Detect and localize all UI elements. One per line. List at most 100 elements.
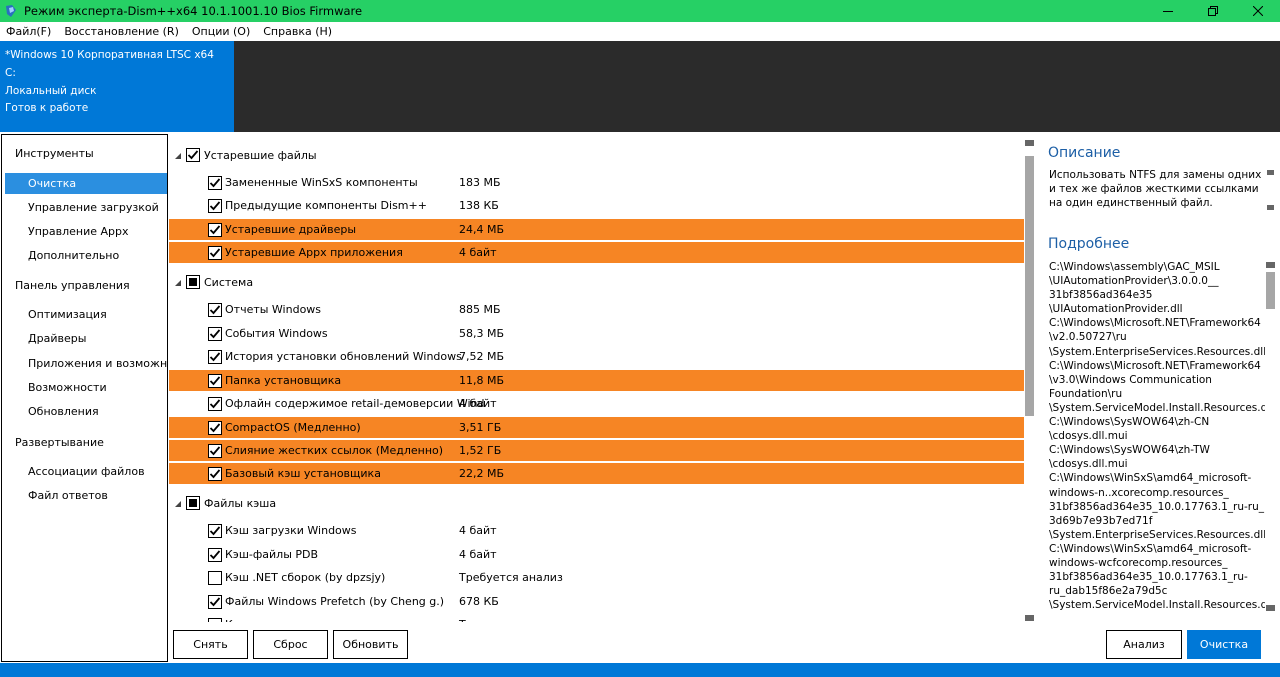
row-size: 885 МБ (459, 303, 501, 316)
group-system[interactable]: Система (169, 271, 1024, 293)
row-checkbox[interactable] (208, 467, 222, 481)
row-checkbox[interactable] (208, 421, 222, 435)
row-checkbox[interactable] (208, 374, 222, 388)
row-name: Кэш-файлы PDB (225, 548, 319, 561)
caret-down-icon[interactable] (173, 499, 182, 508)
clean-button[interactable]: Очистка (1187, 630, 1261, 659)
menu-options[interactable]: Опции (O) (186, 25, 257, 38)
app-icon (6, 5, 16, 17)
scroll-down-arrow-icon[interactable] (1025, 615, 1034, 621)
description-scrollbar[interactable] (1266, 170, 1275, 210)
group-obsolete-files[interactable]: Устаревшие файлы (169, 144, 1024, 166)
row-checkbox[interactable] (208, 350, 222, 364)
cleanup-row[interactable]: Предыдущие компоненты Dism++ 138 КБ (169, 195, 1024, 216)
uncheck-button[interactable]: Снять (173, 630, 248, 659)
cleanup-row[interactable]: История установки обновлений Windows 7,5… (169, 346, 1024, 367)
menu-file[interactable]: Файл(F) (0, 25, 58, 38)
menu-help[interactable]: Справка (H) (257, 25, 339, 38)
caret-down-icon[interactable] (173, 151, 182, 160)
path-line: windows-wcfcorecomp.resources_ (1049, 556, 1228, 569)
caret-down-icon[interactable] (173, 278, 182, 287)
image-info-panel[interactable]: *Windows 10 Корпоративная LTSC x64 C: Ло… (0, 41, 234, 132)
details-scrollbar-thumb[interactable] (1266, 272, 1275, 309)
checkmark-icon (209, 423, 221, 433)
path-line: \cdosys.dll.mui (1049, 458, 1128, 471)
maximize-button[interactable] (1193, 0, 1233, 22)
row-name: Устаревшие Appx приложения (225, 246, 403, 259)
scroll-up-arrow-icon[interactable] (1025, 140, 1034, 146)
scroll-down-arrow-icon[interactable] (1267, 205, 1274, 210)
row-size: 4 байт (459, 548, 497, 561)
row-checkbox[interactable] (208, 524, 222, 538)
row-checkbox[interactable] (208, 397, 222, 411)
cleanup-row[interactable]: Папка установщика 11,8 МБ (169, 370, 1024, 391)
path-line: \System.ServiceModel.Install.Resources.d… (1049, 599, 1271, 612)
cleanup-row[interactable]: Слияние жестких ссылок (Медленно) 1,52 Г… (169, 440, 1024, 461)
details-paths[interactable]: C:\Windows\assembly\GAC_MSIL \UIAutomati… (1049, 260, 1271, 612)
list-scrollbar-thumb[interactable] (1025, 156, 1034, 416)
close-button[interactable] (1238, 0, 1278, 22)
sidebar-item-boot-management[interactable]: Управление загрузкой (5, 197, 167, 218)
scroll-up-arrow-icon[interactable] (1267, 170, 1274, 175)
group-label: Система (204, 275, 254, 289)
sidebar-item-advanced[interactable]: Дополнительно (5, 245, 167, 266)
sidebar-item-appx-management[interactable]: Управление Appx (5, 221, 167, 242)
menu-restore[interactable]: Восстановление (R) (58, 25, 186, 38)
path-line: 31bf3856ad364e35_10.0.17763.1_ru-ru_ (1049, 500, 1265, 513)
description-header: Описание (1048, 145, 1121, 161)
cleanup-row[interactable]: Файлы Windows Prefetch (by Cheng g.) 678… (169, 591, 1024, 612)
row-checkbox[interactable] (208, 618, 222, 622)
cleanup-row[interactable]: Кэш загрузки Windows 4 байт (169, 520, 1024, 541)
image-list-area[interactable] (234, 41, 1280, 132)
sidebar-item-file-associations[interactable]: Ассоциации файлов (5, 461, 167, 482)
window-title: Режим эксперта-Dism++x64 10.1.1001.10 Bi… (24, 4, 363, 18)
row-checkbox[interactable] (208, 571, 222, 585)
row-checkbox[interactable] (208, 199, 222, 213)
details-scrollbar[interactable] (1265, 262, 1276, 612)
minimize-button[interactable] (1148, 0, 1188, 22)
group-cache-files[interactable]: Файлы кэша (169, 492, 1024, 514)
reset-button[interactable]: Сброс (253, 630, 328, 659)
cleanup-row[interactable]: Кэш .NET сборок (by dpzsjy) Требуется ан… (169, 567, 1024, 588)
checkmark-icon (209, 526, 221, 536)
cleanup-row[interactable]: Замененные WinSxS компоненты 183 МБ (169, 172, 1024, 193)
row-checkbox[interactable] (208, 595, 222, 609)
scroll-down-arrow-icon[interactable] (1266, 605, 1275, 611)
list-scrollbar[interactable] (1024, 140, 1035, 622)
row-checkbox[interactable] (208, 223, 222, 237)
cleanup-row[interactable]: События Windows 58,3 МБ (169, 323, 1024, 344)
row-size: 678 КБ (459, 595, 499, 608)
sidebar-item-updates[interactable]: Обновления (5, 401, 167, 422)
title-bar: Режим эксперта-Dism++x64 10.1.1001.10 Bi… (0, 0, 1280, 22)
sidebar-item-capabilities[interactable]: Возможности (5, 377, 167, 398)
row-size: Требуется анализ (459, 571, 563, 584)
sidebar-item-apps-features[interactable]: Приложения и возможности (5, 353, 167, 374)
row-checkbox[interactable] (208, 176, 222, 190)
sidebar-item-answer-file[interactable]: Файл ответов (5, 485, 167, 506)
group-checkbox[interactable] (186, 496, 200, 510)
cleanup-row[interactable]: Офлайн содержимое retail-демоверсии Wind… (169, 393, 1024, 414)
cleanup-row[interactable]: Устаревшие драйверы 24,4 МБ (169, 219, 1024, 240)
cleanup-row[interactable]: Устаревшие Appx приложения 4 байт (169, 242, 1024, 263)
refresh-button[interactable]: Обновить (333, 630, 408, 659)
row-checkbox[interactable] (208, 303, 222, 317)
cleanup-row[interactable]: К Т (169, 614, 1024, 622)
group-checkbox[interactable] (186, 148, 200, 162)
cleanup-list: Устаревшие файлы Замененные WinSxS компо… (169, 134, 1024, 622)
cleanup-row[interactable]: Отчеты Windows 885 МБ (169, 299, 1024, 320)
row-checkbox[interactable] (208, 246, 222, 260)
cleanup-row[interactable]: Базовый кэш установщика 22,2 МБ (169, 463, 1024, 484)
analyze-button[interactable]: Анализ (1106, 630, 1182, 659)
sidebar-item-optimization[interactable]: Оптимизация (5, 304, 167, 325)
row-checkbox[interactable] (208, 444, 222, 458)
sidebar-item-cleanup[interactable]: Очистка (5, 173, 167, 194)
row-checkbox[interactable] (208, 548, 222, 562)
row-name: Кэш загрузки Windows (225, 524, 357, 537)
cleanup-row[interactable]: Кэш-файлы PDB 4 байт (169, 544, 1024, 565)
group-checkbox[interactable] (186, 275, 200, 289)
status-bar (0, 663, 1280, 677)
sidebar-item-drivers[interactable]: Драйверы (5, 328, 167, 349)
row-checkbox[interactable] (208, 327, 222, 341)
scroll-up-arrow-icon[interactable] (1266, 262, 1275, 268)
cleanup-row[interactable]: CompactOS (Медленно) 3,51 ГБ (169, 417, 1024, 438)
